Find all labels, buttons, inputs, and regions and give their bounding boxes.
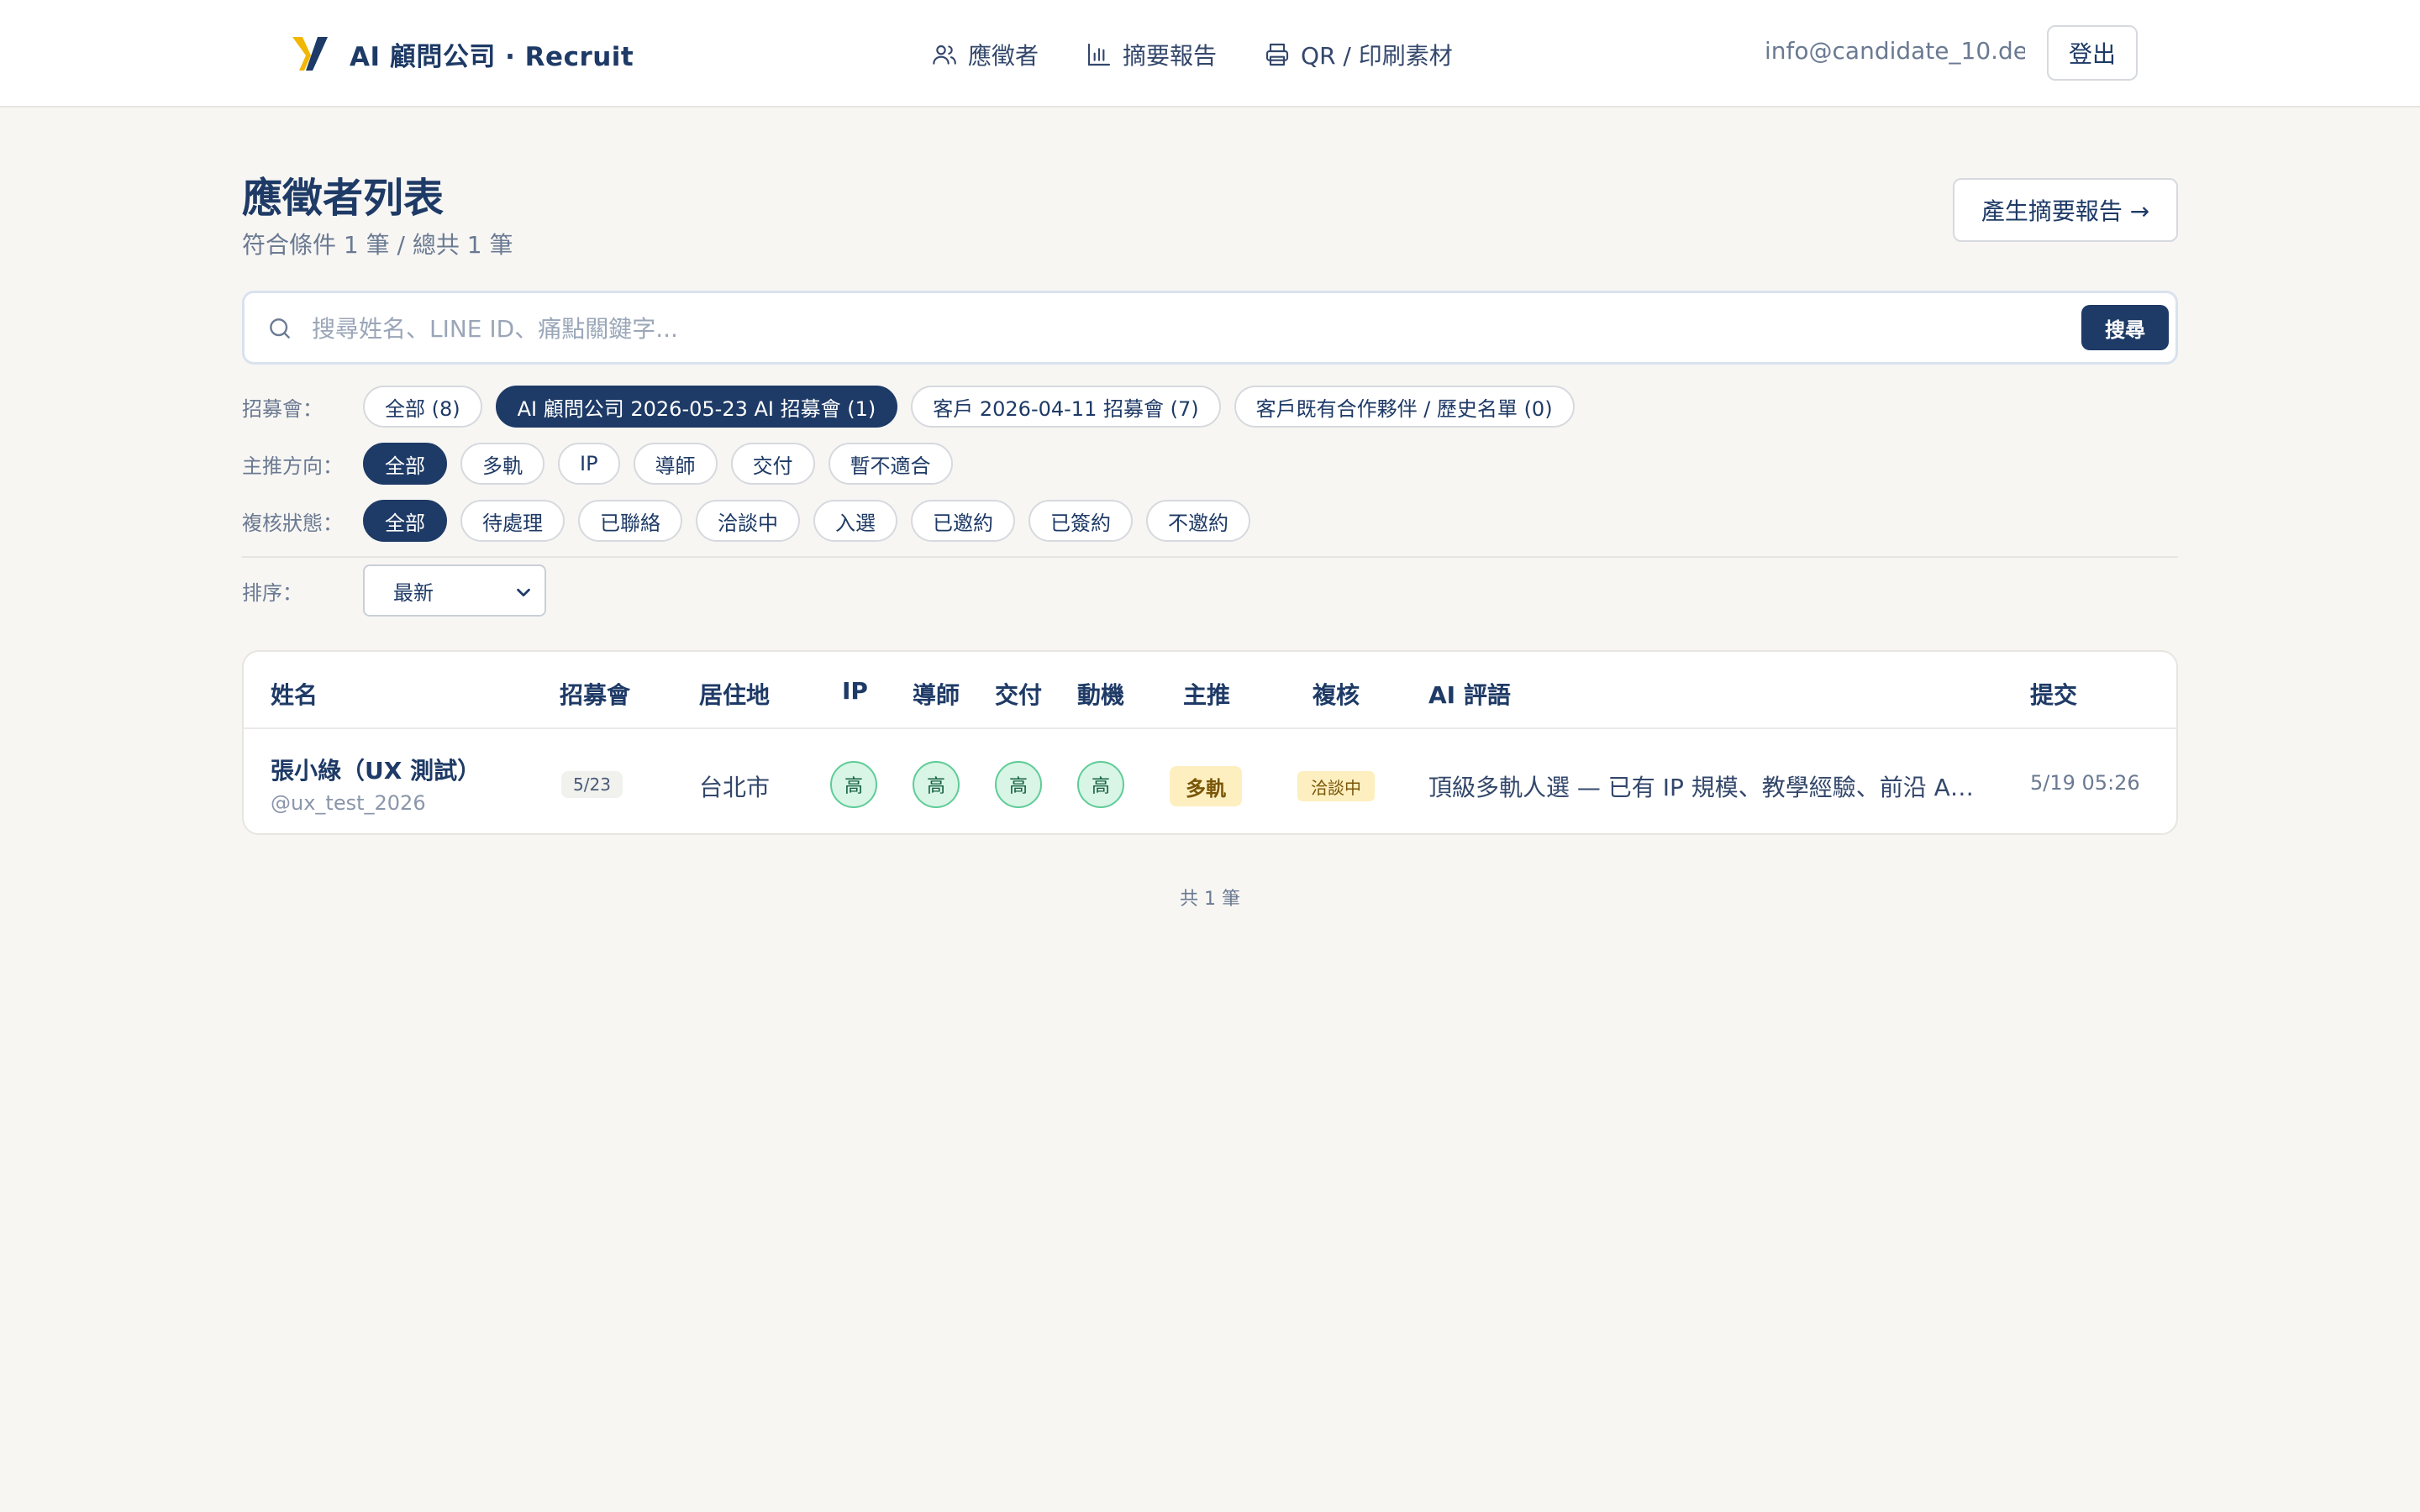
chevron-down-icon (517, 588, 530, 597)
filter-event-chips: 全部 (8) AI 顧問公司 2026-05-23 AI 招募會 (1) 客戶 20… (363, 386, 1588, 428)
top-bar: AI 顧問公司 · Recruit 應徵者 摘要報告 QR / 印刷素材 inf… (0, 0, 2420, 108)
main-nav: 應徵者 摘要報告 QR / 印刷素材 (931, 34, 1453, 76)
candidate-name[interactable]: 張小綠（UX 測試） (271, 753, 481, 786)
col-ip[interactable]: IP (842, 677, 868, 705)
filter-review-chip[interactable]: 洽談中 (696, 500, 800, 542)
filter-review-chip[interactable]: 已邀約 (911, 500, 1015, 542)
brand[interactable]: AI 顧問公司 · Recruit (291, 32, 634, 76)
filter-review-row: 複核狀態： 全部 待處理 已聯絡 洽談中 入選 已邀約 已簽約 不邀約 (242, 500, 1264, 542)
filter-direction-chip[interactable]: 交付 (730, 443, 815, 485)
search-bar: 搜尋 (242, 291, 2178, 365)
filter-direction-chip[interactable]: 多軌 (460, 443, 544, 485)
score-motivation: 高 (1077, 761, 1124, 808)
col-event[interactable]: 招募會 (560, 677, 630, 711)
direction-badge: 多軌 (1170, 766, 1242, 806)
search-input[interactable] (312, 305, 2026, 352)
filter-review-chip[interactable]: 全部 (363, 500, 447, 542)
logo-icon (292, 37, 328, 71)
col-location[interactable]: 居住地 (699, 677, 770, 711)
col-ai-comment[interactable]: AI 評語 (1428, 677, 1511, 711)
col-delivery[interactable]: 交付 (995, 677, 1042, 711)
nav-qr-print[interactable]: QR / 印刷素材 (1264, 38, 1453, 71)
bar-chart-icon (1087, 43, 1111, 66)
nav-summary-report[interactable]: 摘要報告 (1086, 38, 1217, 71)
review-status-badge: 洽談中 (1297, 771, 1375, 801)
col-direction[interactable]: 主推 (1183, 677, 1230, 711)
col-mentor[interactable]: 導師 (913, 677, 960, 711)
nav-applicants-label: 應徵者 (968, 42, 1039, 70)
sort-selected-value: 最新 (393, 580, 434, 605)
generate-report-button[interactable]: 產生摘要報告 → (1953, 178, 2178, 242)
submitted-time: 5/19 05:26 (2030, 771, 2140, 795)
filter-review-chip[interactable]: 已簽約 (1028, 500, 1133, 542)
filter-event-chip[interactable]: 客戶既有合作夥伴 / 歷史名單 (0) (1234, 386, 1575, 428)
table-row[interactable]: 張小綠（UX 測試） @ux_test_2026 5/23 台北市 高 高 高 … (244, 731, 2176, 833)
sort-select[interactable]: 最新 (363, 564, 546, 617)
page-title: 應徵者列表 (242, 175, 445, 222)
filter-direction-chip[interactable]: IP (558, 443, 620, 485)
filter-event-chip[interactable]: 客戶 2026-04-11 招募會 (7) (911, 386, 1221, 428)
user-email: info@candidate_10.de... (1765, 37, 2025, 65)
filter-direction-row: 主推方向： 全部 多軌 IP 導師 交付 暫不適合 (242, 443, 966, 485)
filter-review-chip[interactable]: 入選 (813, 500, 897, 542)
filter-review-chip[interactable]: 待處理 (460, 500, 565, 542)
event-badge: 5/23 (561, 771, 623, 798)
candidate-location: 台北市 (699, 774, 771, 801)
col-submitted[interactable]: 提交 (2030, 677, 2077, 711)
filter-review-chip[interactable]: 不邀約 (1146, 500, 1250, 542)
nav-applicants[interactable]: 應徵者 (931, 38, 1039, 71)
nav-summary-report-label: 摘要報告 (1123, 42, 1218, 70)
filter-direction-chips: 全部 多軌 IP 導師 交付 暫不適合 (363, 443, 966, 485)
result-count-summary: 符合條件 1 筆 / 總共 1 筆 (242, 231, 513, 259)
col-review[interactable]: 複核 (1313, 677, 1360, 711)
filter-direction-chip[interactable]: 全部 (363, 443, 447, 485)
score-delivery: 高 (995, 761, 1042, 808)
ai-comment: 頂級多軌人選 — 已有 IP 規模、教學經驗、前沿 AI ... (1428, 774, 1975, 801)
filter-direction-chip[interactable]: 暫不適合 (828, 443, 953, 485)
candidate-line-id: @ux_test_2026 (271, 791, 426, 815)
col-name[interactable]: 姓名 (271, 677, 318, 711)
filter-event-chip[interactable]: 全部 (8) (363, 386, 482, 428)
brand-title: AI 顧問公司 · Recruit (350, 41, 634, 72)
search-icon (270, 318, 290, 339)
sort-label: 排序： (242, 581, 302, 605)
score-ip: 高 (830, 761, 877, 808)
table-header: 姓名 招募會 居住地 IP 導師 交付 動機 主推 複核 AI 評語 提交 (244, 652, 2176, 729)
filter-review-chips: 全部 待處理 已聯絡 洽談中 入選 已邀約 已簽約 不邀約 (363, 500, 1264, 542)
score-mentor: 高 (913, 761, 960, 808)
filter-divider (242, 556, 2178, 558)
filter-review-chip[interactable]: 已聯絡 (578, 500, 682, 542)
filter-review-label: 複核狀態： (242, 511, 343, 535)
filter-event-chip[interactable]: AI 顧問公司 2026-05-23 AI 招募會 (1) (495, 386, 898, 428)
applicants-table: 姓名 招募會 居住地 IP 導師 交付 動機 主推 複核 AI 評語 提交 張小… (242, 650, 2178, 835)
filter-event-label: 招募會： (242, 396, 323, 421)
nav-qr-print-label: QR / 印刷素材 (1301, 42, 1453, 70)
filter-direction-label: 主推方向： (242, 454, 343, 478)
logout-button[interactable]: 登出 (2047, 25, 2138, 81)
search-button[interactable]: 搜尋 (2081, 305, 2169, 350)
users-icon (933, 45, 956, 65)
total-count: 共 1 筆 (1180, 889, 1240, 910)
col-motivation[interactable]: 動機 (1077, 677, 1124, 711)
printer-icon (1265, 43, 1289, 66)
filter-event-row: 招募會： 全部 (8) AI 顧問公司 2026-05-23 AI 招募會 (1)… (242, 386, 1588, 428)
filter-direction-chip[interactable]: 導師 (633, 443, 718, 485)
